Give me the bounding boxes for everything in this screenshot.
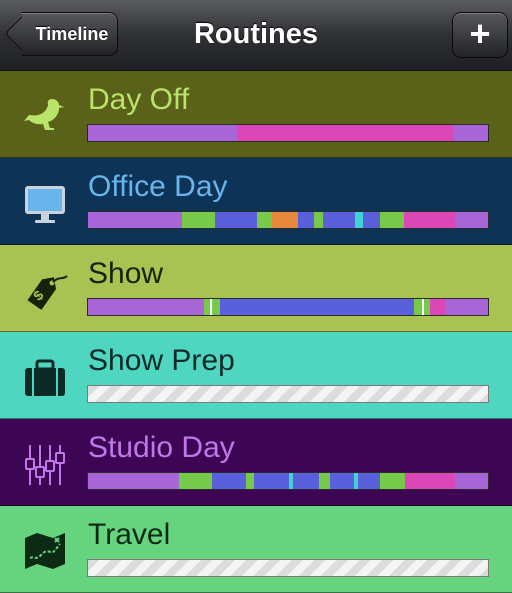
routine-row-day-off[interactable]: Day Off [0,71,512,158]
timeline-segment [212,299,220,315]
routine-timeline-bar [87,298,489,316]
timeline-segment [271,212,299,228]
timeline-segment [211,473,247,489]
timeline-segment [430,299,446,315]
routine-timeline-bar [87,211,489,229]
timeline-segment [293,473,320,489]
timeline-segment [246,473,255,489]
timeline-segment [88,212,182,228]
price-tag-icon: $ [22,267,68,313]
navigation-bar: Routines Timeline + [0,0,512,71]
computer-monitor-icon [22,180,68,226]
timeline-segment [380,473,405,489]
timeline-segment [88,125,238,141]
timeline-segment [319,473,330,489]
routine-name: Office Day [88,170,228,203]
timeline-segment [88,473,180,489]
timeline-segment [355,212,364,228]
routine-name: Show [88,257,164,290]
routine-timeline-bar [87,385,489,403]
routine-timeline-bar [87,124,489,142]
timeline-segment [298,212,315,228]
timeline-segment [363,212,380,228]
timeline-segment [379,212,405,228]
routine-row-office-day[interactable]: Office Day [0,158,512,245]
timeline-segment [181,212,215,228]
routine-row-travel[interactable]: Travel [0,506,512,593]
pigeon-icon [22,93,68,139]
routine-name: Day Off [88,83,190,116]
routine-name: Travel [88,518,171,551]
timeline-segment [446,299,488,315]
timeline-segment [404,473,456,489]
timeline-segment [329,473,354,489]
timeline-segment [220,299,414,315]
routine-row-studio-day[interactable]: Studio Day [0,419,512,506]
timeline-segment [404,212,456,228]
timeline-segment [88,299,204,315]
timeline-segment [314,212,323,228]
routine-row-show-prep[interactable]: Show Prep [0,332,512,419]
timeline-segment [257,212,272,228]
briefcase-icon [22,354,68,400]
timeline-segment [414,299,422,315]
routine-timeline-bar [87,472,489,490]
timeline-segment [455,473,488,489]
timeline-back-button[interactable]: Timeline [4,11,118,56]
timeline-segment [357,473,381,489]
timeline-segment [454,125,488,141]
timeline-segment [214,212,258,228]
add-routine-button[interactable]: + [452,12,508,58]
routine-name: Show Prep [88,344,235,377]
mixer-sliders-icon [22,441,68,487]
timeline-segment [322,212,356,228]
routine-timeline-bar [87,559,489,577]
routine-name: Studio Day [88,431,235,464]
back-button-label: Timeline [35,24,109,44]
timeline-segment [179,473,212,489]
map-icon [22,528,68,574]
timeline-segment [254,473,289,489]
routine-row-show[interactable]: $ Show [0,245,512,332]
timeline-segment [238,125,454,141]
timeline-segment [455,212,488,228]
